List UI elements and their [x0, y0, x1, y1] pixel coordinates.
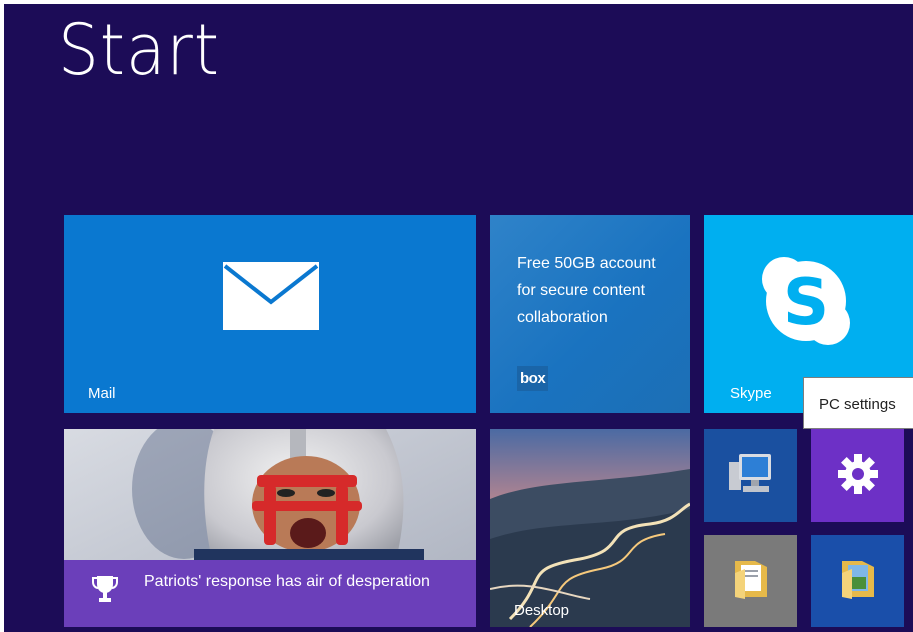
svg-text:S: S — [783, 266, 829, 340]
news-headline: Patriots' response has air of desperatio… — [144, 573, 430, 590]
skype-icon: S — [756, 251, 856, 355]
tile-mail[interactable]: Mail — [64, 215, 476, 413]
envelope-icon — [223, 262, 319, 334]
tile-desktop-label: Desktop — [514, 602, 570, 619]
start-screen: Start Mail Free 50GB account for secure … — [0, 0, 913, 632]
tile-box[interactable]: Free 50GB account for secure content col… — [490, 215, 690, 413]
gear-icon — [836, 452, 880, 500]
computer-monitor-icon — [727, 450, 775, 502]
folder-icon — [731, 557, 771, 605]
desktop-wallpaper — [490, 429, 690, 627]
tile-folder-1[interactable] — [704, 535, 797, 627]
tile-skype-label: Skype — [730, 385, 772, 402]
tile-computer[interactable] — [704, 429, 797, 522]
trophy-icon — [92, 574, 118, 608]
pc-settings-tooltip: PC settings — [803, 377, 913, 429]
tile-folder-2[interactable] — [811, 535, 904, 627]
folder-icon — [838, 557, 878, 605]
tile-pc-settings[interactable] — [811, 429, 904, 522]
tile-mail-label: Mail — [88, 385, 116, 402]
tile-desktop[interactable]: Desktop — [490, 429, 690, 627]
box-logo: box — [517, 366, 549, 391]
tile-news[interactable]: Patriots' response has air of desperatio… — [64, 429, 476, 627]
news-headline-bar: Patriots' response has air of desperatio… — [64, 560, 476, 627]
box-promo-text: Free 50GB account for secure content col… — [517, 255, 656, 326]
page-title: Start — [58, 9, 220, 91]
